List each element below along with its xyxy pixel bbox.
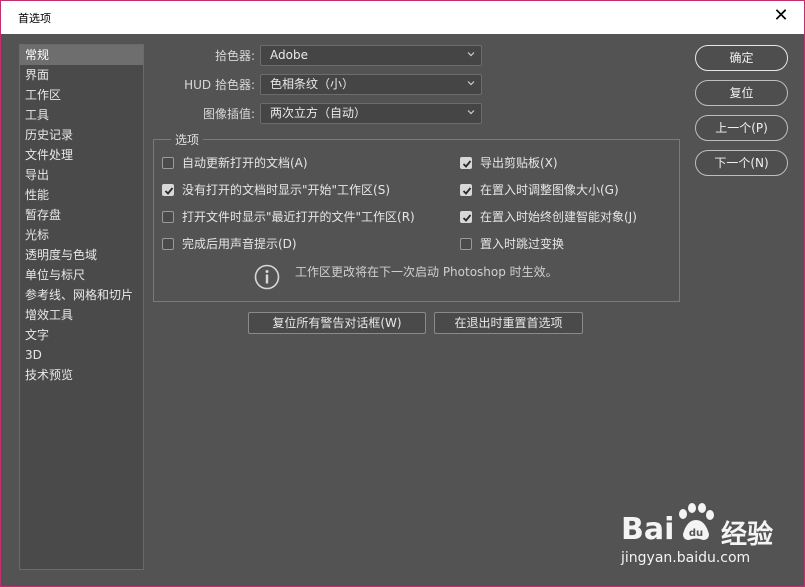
baidu-watermark: Bai du 经验 jingyan.baidu.com [617,496,789,576]
watermark-brand: Bai [621,512,675,547]
chevron-down-icon [467,81,475,86]
resize-on-place-checkbox[interactable]: 在置入时调整图像大小(G) [460,182,619,198]
checkmark-icon [462,213,472,222]
auto-update-checkbox[interactable]: 自动更新打开的文档(A) [162,155,308,171]
window-title: 首选项 [18,12,51,25]
chevron-down-icon [467,52,475,57]
sidebar-item-type[interactable]: 文字 [20,325,143,345]
sidebar-item-cursors[interactable]: 光标 [20,225,143,245]
prev-button[interactable]: 上一个(P) [695,115,788,141]
beep-label: 完成后用声音提示(D) [182,237,297,251]
show-recent-checkbox[interactable]: 打开文件时显示"最近打开的文件"工作区(R) [162,209,415,225]
checkbox-box [162,210,174,223]
checkbox-box [460,183,472,196]
export-clipboard-label: 导出剪贴板(X) [480,156,558,170]
sidebar-item-interface[interactable]: 界面 [20,65,143,85]
checkbox-box [460,156,472,169]
checkbox-box [162,183,174,196]
skip-transform-label: 置入时跳过变换 [480,237,565,251]
smart-object-checkbox[interactable]: 在置入时始终创建智能对象(J) [460,209,637,225]
interpolation-select[interactable]: 两次立方（自动） [260,103,482,124]
interpolation-label: 图像插值: [202,107,255,121]
sidebar-item-plugins[interactable]: 增效工具 [20,305,143,325]
checkbox-box [460,237,472,250]
chevron-down-icon [467,110,475,115]
paw-icon: du [679,503,714,540]
title-bar: 首选项 ✕ [1,1,804,34]
close-icon[interactable]: ✕ [772,7,790,25]
info-message: 工作区更改将在下一次启动 Photoshop 时生效。 [295,265,558,279]
sidebar-item-units[interactable]: 单位与标尺 [20,265,143,285]
hud-picker-label: HUD 拾色器: [184,78,255,92]
sidebar-item-scratch-disks[interactable]: 暂存盘 [20,205,143,225]
sidebar-item-guides[interactable]: 参考线、网格和切片 [20,285,143,305]
svg-text:du: du [689,528,703,539]
sidebar-item-transparency[interactable]: 透明度与色域 [20,245,143,265]
checkmark-icon [164,186,174,195]
checkmark-icon [462,159,472,168]
export-clipboard-checkbox[interactable]: 导出剪贴板(X) [460,155,558,171]
reset-warnings-button[interactable]: 复位所有警告对话框(W) [248,312,426,334]
resize-on-place-label: 在置入时调整图像大小(G) [480,183,619,197]
color-picker-label: 拾色器: [214,49,255,63]
sidebar-item-history[interactable]: 历史记录 [20,125,143,145]
next-button[interactable]: 下一个(N) [695,150,788,176]
skip-transform-checkbox[interactable]: 置入时跳过变换 [460,236,564,252]
hud-picker-value: 色相条纹（小） [270,77,355,91]
sidebar-item-file-handling[interactable]: 文件处理 [20,145,143,165]
sidebar-item-workspace[interactable]: 工作区 [20,85,143,105]
show-start-label: 没有打开的文档时显示"开始"工作区(S) [182,183,391,197]
sidebar-item-performance[interactable]: 性能 [20,185,143,205]
beep-checkbox[interactable]: 完成后用声音提示(D) [162,236,297,252]
smart-object-label: 在置入时始终创建智能对象(J) [480,210,637,224]
watermark-brand-cn: 经验 [721,520,774,550]
show-start-checkbox[interactable]: 没有打开的文档时显示"开始"工作区(S) [162,182,390,198]
sidebar-item-3d[interactable]: 3D [20,345,143,365]
preferences-dialog: 首选项 ✕ 常规 界面 工作区 工具 历史记录 文件处理 导出 性能 暂存盘 光… [0,0,805,587]
watermark-url: jingyan.baidu.com [621,550,751,566]
show-recent-label: 打开文件时显示"最近打开的文件"工作区(R) [182,210,415,224]
sidebar-item-export[interactable]: 导出 [20,165,143,185]
info-icon [254,264,280,290]
color-picker-value: Adobe [270,48,308,62]
checkbox-box [162,156,174,169]
reset-button[interactable]: 复位 [695,80,788,106]
sidebar-item-tech-preview[interactable]: 技术预览 [20,365,143,385]
reset-preferences-button[interactable]: 在退出时重置首选项 [434,312,583,334]
options-group-title: 选项 [171,131,204,148]
auto-update-label: 自动更新打开的文档(A) [182,156,308,170]
sidebar-item-tools[interactable]: 工具 [20,105,143,125]
interpolation-value: 两次立方（自动） [270,106,367,120]
checkmark-icon [462,186,472,195]
checkbox-box [460,210,472,223]
hud-picker-select[interactable]: 色相条纹（小） [260,74,482,95]
ok-button[interactable]: 确定 [695,45,788,71]
color-picker-select[interactable]: Adobe [260,45,482,66]
sidebar-item-general[interactable]: 常规 [20,45,143,65]
checkbox-box [162,237,174,250]
sidebar: 常规 界面 工作区 工具 历史记录 文件处理 导出 性能 暂存盘 光标 透明度与… [19,44,144,570]
